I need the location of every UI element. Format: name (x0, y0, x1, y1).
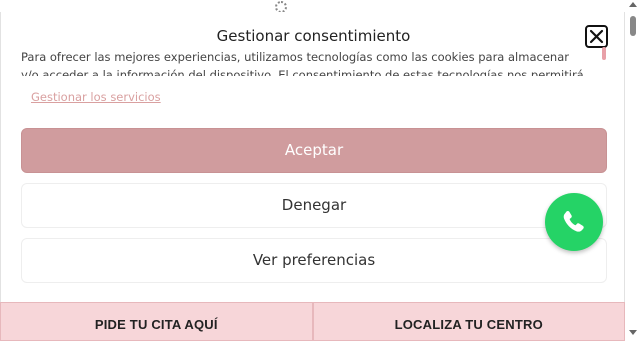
bottom-action-bar: PIDE TU CITA AQUÍ LOCALIZA TU CENTRO (0, 302, 625, 341)
intro-text-line-1: Para ofrecer las mejores experiencias, u… (21, 50, 569, 64)
accept-button[interactable]: Aceptar (21, 128, 607, 173)
modal-title: Gestionar consentimiento (216, 27, 411, 45)
whatsapp-button[interactable] (545, 193, 603, 251)
locate-center-button[interactable]: LOCALIZA TU CENTRO (312, 302, 625, 341)
whatsapp-icon (563, 210, 584, 232)
page-scrollbar[interactable] (626, 0, 640, 341)
view-preferences-button[interactable]: Ver preferencias (21, 238, 607, 283)
consent-modal: Gestionar consentimiento Para ofrecer la… (0, 12, 625, 302)
intro-text-line-2: y/o acceder a la información del disposi… (21, 68, 584, 76)
scroll-down-arrow-icon[interactable] (629, 330, 637, 335)
intro-text-area[interactable]: Para ofrecer las mejores experiencias, u… (21, 48, 601, 76)
close-icon (589, 29, 604, 44)
manage-services-link[interactable]: Gestionar los servicios (31, 90, 161, 104)
page-scroll-thumb[interactable] (630, 16, 636, 36)
book-appointment-button[interactable]: PIDE TU CITA AQUÍ (0, 302, 313, 341)
close-button[interactable] (585, 25, 608, 48)
intro-scrollbar[interactable] (602, 47, 606, 60)
scroll-up-arrow-icon[interactable] (629, 2, 637, 7)
deny-button[interactable]: Denegar (21, 183, 607, 228)
